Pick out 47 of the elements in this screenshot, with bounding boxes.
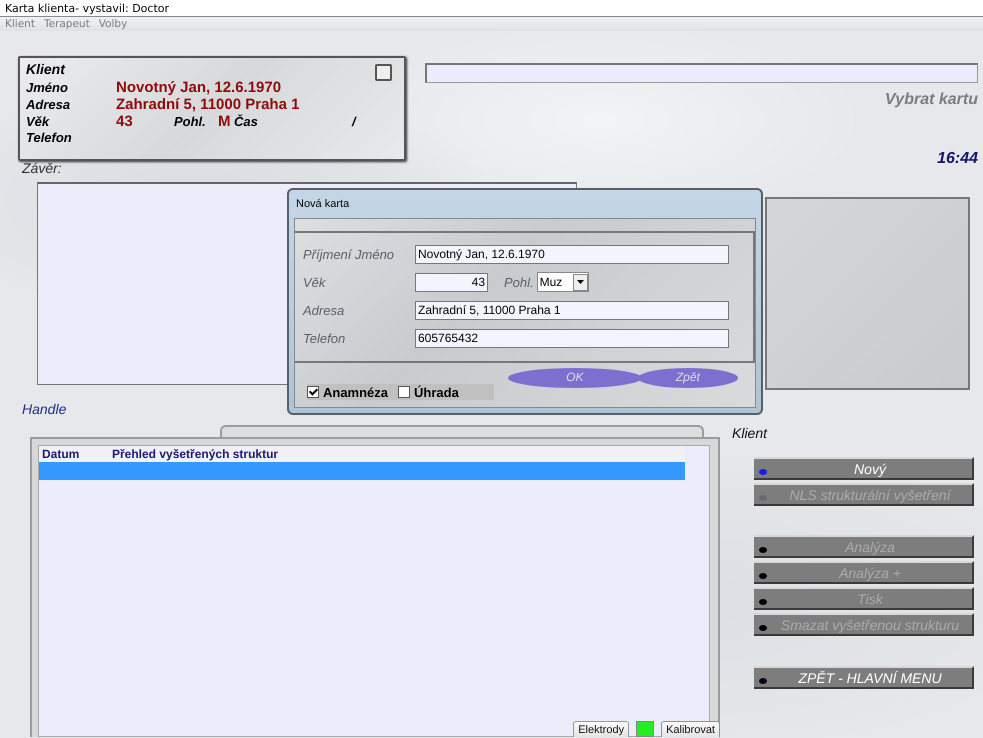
field-label: Čas [234,114,259,129]
section-label: Klient [732,425,768,443]
dialog-title: Nová karta [295,197,350,212]
action-button[interactable]: ZPĚT - HLAVNÍ MENU [754,666,974,689]
clock: 16:44 [937,150,978,168]
card-heading: Klient [26,61,65,79]
field-value: M [218,113,232,130]
checkbox[interactable] [375,64,392,81]
field-value: Novotný Jan, 12.6.1970 [116,79,282,96]
checkbox-label: Anamnéza [323,384,388,400]
input-field[interactable]: 43 [415,272,488,292]
field-label: Věk [26,114,50,129]
menu-item[interactable]: Terapeut [44,17,90,31]
field-value: Zahradní 5, 11000 Praha 1 [116,96,300,113]
window-title: Karta klienta- vystavil: Doctor [0,0,983,17]
input-field[interactable]: Novotný Jan, 12.6.1970 [415,244,729,264]
caret-icon [576,280,584,284]
menu-item[interactable]: Volby [98,17,128,31]
menu-item[interactable]: Klient [5,17,35,31]
calibrate-button[interactable]: Kalibrovat [661,721,720,737]
dialog-button[interactable]: OK [508,368,642,388]
field-label: Telefon [303,330,346,346]
checkbox[interactable] [307,386,319,398]
field-label: Jméno [26,80,69,95]
input-field[interactable]: 605765432 [415,328,729,348]
field-value: 43 [116,113,134,130]
dropdown[interactable]: Muz [536,272,589,292]
field-label: Adresa [26,97,72,112]
section-label: Handle [22,401,66,417]
action-button[interactable]: Nový [754,457,974,480]
field-value: / [352,114,356,129]
field-label: Příjmení Jméno [303,246,396,262]
field-label: Pohl. [174,114,207,129]
input-field[interactable]: Zahradní 5, 11000 Praha 1 [415,300,729,320]
field-label: Adresa [303,302,346,318]
column-header: Datum [42,446,80,462]
checkbox-label: Úhrada [414,384,459,400]
dialog-button[interactable]: Zpět [638,368,738,388]
search-field[interactable] [425,63,978,83]
field-caption: Vybrat kartu [884,91,978,109]
field-label: Věk [303,274,327,290]
field-label: Pohl. [504,274,534,290]
field-label: Telefon [26,130,73,145]
electrodes-button[interactable]: Elektrody [573,721,630,737]
column-header: Přehled vyšetřených struktur [112,446,278,462]
section-label: Závěr: [22,160,62,176]
checkbox[interactable] [398,386,410,398]
